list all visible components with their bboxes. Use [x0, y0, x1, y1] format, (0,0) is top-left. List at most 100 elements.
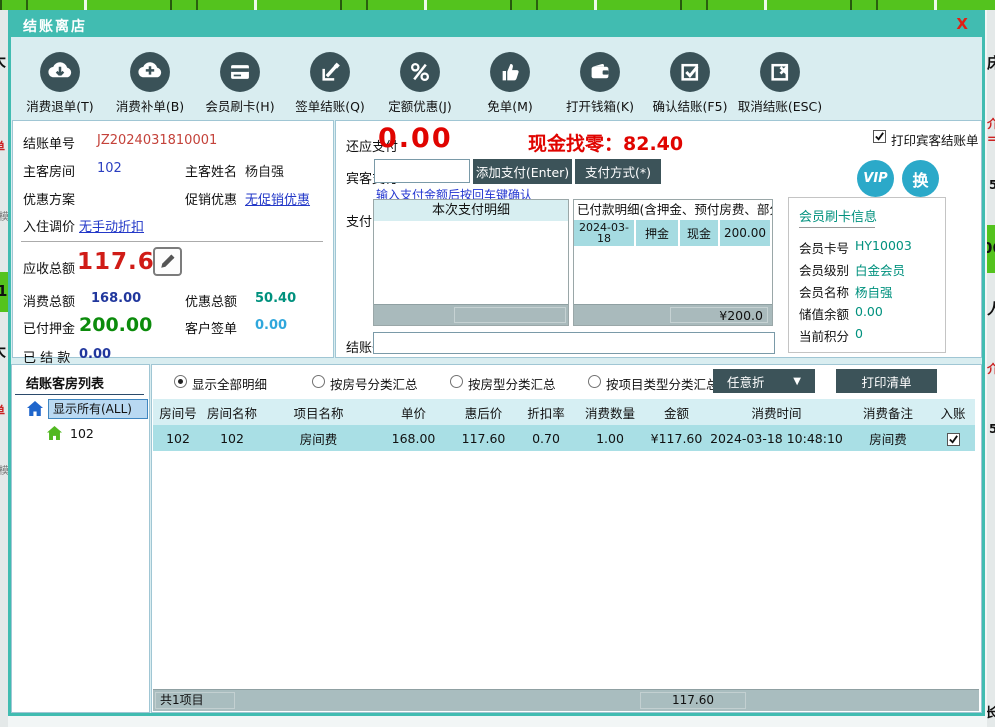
any-discount-dropdown[interactable]: 任意折 ▼ [713, 369, 815, 393]
paid-amount: 200.00 [720, 220, 770, 246]
cell-unit-price: 168.00 [376, 431, 451, 446]
room-list-panel: 结账客房列表 显示所有(ALL) 102 [11, 364, 150, 713]
status-bar: 共1项目 117.60 [153, 689, 979, 711]
cell-consume-time: 2024-03-18 10:48:10 [709, 431, 844, 446]
check-icon [874, 131, 885, 142]
cloud-download-icon [39, 51, 81, 93]
chevron-down-icon: ▼ [793, 376, 801, 387]
radio-by-room-type-label: 按房型分类汇总 [468, 374, 556, 393]
cancel-square-icon [759, 51, 801, 93]
member-name-label: 会员名称 [799, 282, 849, 301]
current-payment-header: 本次支付明细 [374, 200, 568, 221]
toolbar: 消费退单(T) 消费补单(B) 会员刷卡(H) 签单结账(Q) 定额优惠(J) [15, 51, 855, 127]
bg-char: 床 [987, 52, 995, 73]
consume-total-value: 168.00 [91, 291, 141, 306]
paid-type: 押金 [636, 220, 680, 246]
any-discount-label: 任意折 [727, 372, 765, 391]
receivable-label: 应收总额 [23, 258, 75, 277]
supplement-order-button[interactable]: 消费补单(B) [105, 51, 195, 127]
customer-sign-value: 0.00 [255, 318, 287, 333]
manual-discount-link[interactable]: 无手动折扣 [79, 216, 144, 235]
sign-pen-icon [309, 51, 351, 93]
tree-item-room-102[interactable]: 102 [70, 426, 94, 441]
promo-link[interactable]: 无促销优惠 [245, 189, 310, 208]
thumb-up-icon [489, 51, 531, 93]
settled-value: 0.00 [79, 347, 111, 362]
col-unit-price: 单价 [376, 403, 451, 422]
bg-char: 人 [987, 298, 995, 319]
cell-remark: 房间费 [844, 429, 932, 448]
deposit-label: 已付押金 [23, 318, 75, 337]
col-amount: 金额 [644, 403, 709, 422]
col-remark: 消费备注 [844, 403, 932, 422]
bg-char: 1 [0, 282, 8, 300]
radio-show-all-detail[interactable] [174, 375, 187, 388]
fixed-discount-button[interactable]: 定额优惠(J) [375, 51, 465, 127]
col-item-name: 项目名称 [261, 403, 376, 422]
confirm-settle-button[interactable]: 确认结账(F5) [645, 51, 735, 127]
tool-label: 签单结账(Q) [295, 96, 365, 115]
item-count-box: 共1项目 [155, 692, 235, 709]
bg-char: 单 [0, 402, 8, 419]
free-order-button[interactable]: 免单(M) [465, 51, 555, 127]
cancel-settle-button[interactable]: 取消结账(ESC) [735, 51, 825, 127]
bg-char: 5 [989, 178, 995, 192]
remark-input[interactable] [373, 332, 775, 354]
col-posted: 入账 [932, 403, 974, 422]
home-icon-blue [26, 400, 44, 417]
member-info-groupbox: 会员刷卡信息 会员卡号 HY10003 会员级别 白金会员 会员名称 杨自强 储… [788, 197, 946, 353]
consume-total-label: 消费总额 [23, 291, 75, 310]
add-payment-button[interactable]: 添加支付(Enter) [473, 159, 572, 184]
col-discount-rate: 折扣率 [516, 403, 576, 422]
sign-settle-button[interactable]: 签单结账(Q) [285, 51, 375, 127]
row-posted-checkbox[interactable] [947, 433, 960, 446]
radio-by-room-type[interactable] [450, 375, 463, 388]
paid-listbox[interactable]: 已付款明细(含押金、预付房费、部分 2024-03-18 押金 现金 200.0… [573, 199, 773, 326]
radio-by-room-number[interactable] [312, 375, 325, 388]
vip-badge-button[interactable]: VIP [857, 160, 894, 197]
table-row[interactable]: 102 102 房间费 168.00 117.60 0.70 1.00 ¥117… [153, 425, 975, 451]
refund-order-button[interactable]: 消费退单(T) [15, 51, 105, 127]
background-left-strip: 大 单 A模 1 大 单 A模 [0, 10, 8, 727]
current-points-label: 当前积分 [799, 326, 849, 345]
close-button[interactable]: X [956, 15, 968, 33]
col-consume-time: 消费时间 [709, 403, 844, 422]
paid-date: 2024-03-18 [578, 222, 630, 244]
member-card-button[interactable]: 会员刷卡(H) [195, 51, 285, 127]
col-discounted-price: 惠后价 [451, 403, 516, 422]
cell-quantity: 1.00 [576, 431, 644, 446]
total-amount-box: 117.60 [640, 692, 746, 709]
cell-room-name: 102 [203, 431, 261, 446]
radio-by-item-type-label: 按项目类型分类汇总 [606, 374, 719, 393]
deposit-value: 200.00 [79, 314, 152, 336]
radio-by-item-type[interactable] [588, 375, 601, 388]
swap-card-button[interactable]: 换 [902, 160, 939, 197]
print-bill-checkbox[interactable] [873, 130, 886, 143]
current-payment-footer [374, 304, 568, 325]
pay-amount-input[interactable] [374, 159, 470, 183]
current-points-value: 0 [855, 326, 863, 341]
col-room-name: 房间名称 [203, 403, 261, 422]
discount-total-value: 50.40 [255, 291, 296, 306]
adjust-label: 入住调价 [23, 216, 75, 235]
payment-method-button[interactable]: 支付方式(*) [575, 159, 661, 184]
open-cashbox-button[interactable]: 打开钱箱(K) [555, 51, 645, 127]
print-bill-label: 打印宾客结账单 [891, 130, 979, 149]
bg-char: 06 [987, 239, 995, 257]
print-list-button[interactable]: 打印清单 [836, 369, 937, 393]
current-payment-listbox[interactable]: 本次支付明细 [373, 199, 569, 326]
radio-by-room-number-label: 按房号分类汇总 [330, 374, 418, 393]
member-card-value: HY10003 [855, 238, 912, 253]
dialog-titlebar: 结账离店 X [11, 13, 982, 37]
dialog-title: 结账离店 [23, 16, 87, 36]
paid-row[interactable]: 2024-03-18 押金 现金 200.00 [574, 220, 772, 246]
tree-item-show-all[interactable]: 显示所有(ALL) [48, 399, 148, 419]
bill-no-label: 结账单号 [23, 133, 75, 152]
paid-footer: ¥200.0 [574, 304, 772, 325]
stored-balance-value: 0.00 [855, 304, 883, 319]
table-header-row: 房间号 房间名称 项目名称 单价 惠后价 折扣率 消费数量 金额 消费时间 消费… [153, 399, 975, 425]
cell-amount: ¥117.60 [644, 431, 709, 446]
main-room-label: 主客房间 [23, 161, 75, 180]
edit-amount-button[interactable] [153, 247, 182, 276]
discount-plan-label: 优惠方案 [23, 189, 75, 208]
